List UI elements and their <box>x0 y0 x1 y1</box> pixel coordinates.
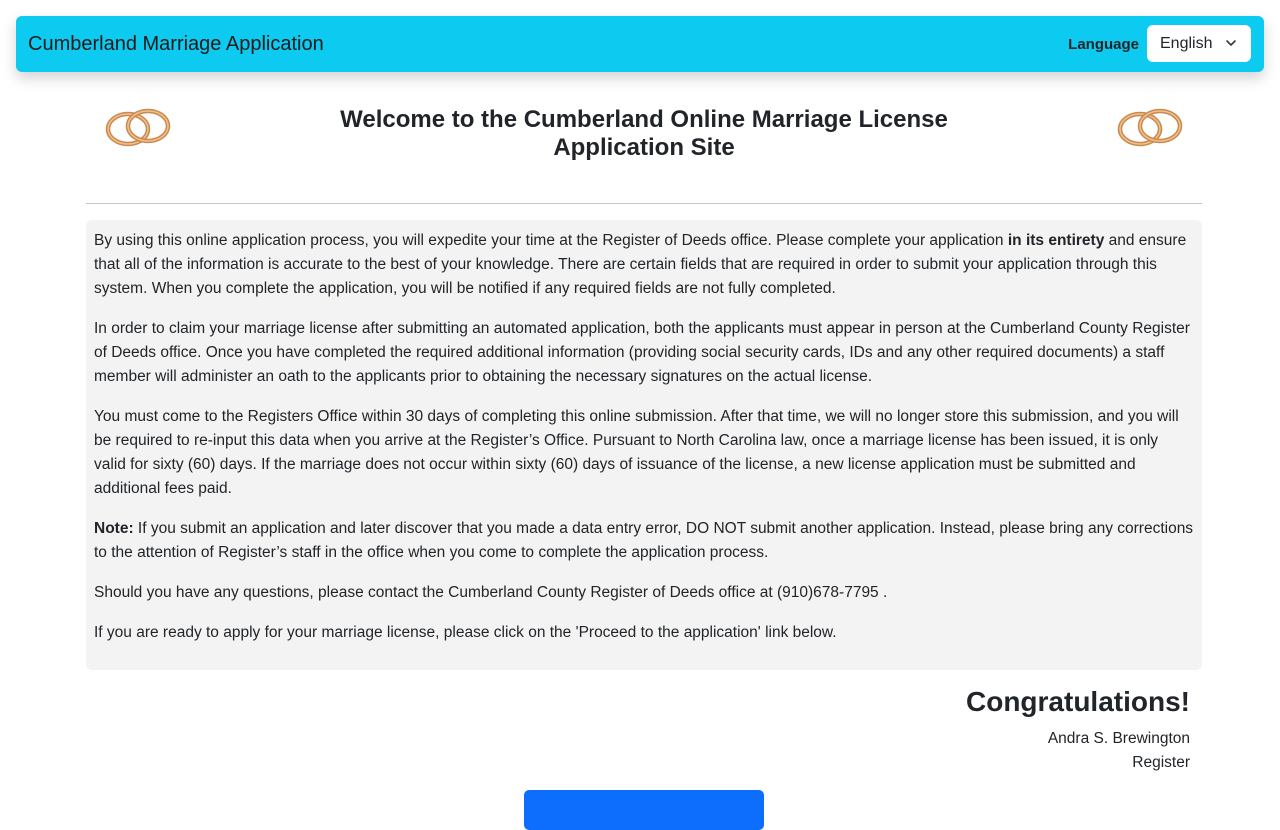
header-divider <box>86 203 1202 204</box>
wedding-rings-icon <box>1117 108 1183 147</box>
page-title: Welcome to the Cumberland Online Marriag… <box>340 106 948 161</box>
wedding-rings-icon <box>105 108 171 147</box>
instructions-paragraph-2: In order to claim your marriage license … <box>94 320 1190 385</box>
chevron-down-icon <box>1226 40 1236 46</box>
instructions-paragraph-1: By using this online application process… <box>94 232 1187 297</box>
signer-name: Andra S. Brewington <box>1047 730 1190 747</box>
instructions-panel: By using this online application process… <box>86 220 1202 670</box>
signer-title: Register <box>1132 754 1190 771</box>
emphasis-entirety: in its entirety <box>1007 232 1105 249</box>
language-label: Language <box>1068 36 1139 53</box>
language-select[interactable]: English <box>1147 25 1251 62</box>
instructions-proceed-hint: If you are ready to apply for your marri… <box>94 624 837 641</box>
top-navbar: Cumberland Marriage Application Language… <box>16 16 1264 72</box>
language-selected-value: English <box>1160 35 1213 52</box>
instructions-contact: Should you have any questions, please co… <box>94 584 888 601</box>
instructions-note: Note: If you submit an application and l… <box>94 520 1194 561</box>
congratulations-heading: Congratulations! <box>966 686 1190 717</box>
proceed-to-application-button[interactable] <box>524 790 764 830</box>
brand-link[interactable]: Cumberland Marriage Application <box>28 32 324 56</box>
note-label: Note: <box>94 520 134 537</box>
instructions-paragraph-3: You must come to the Registers Office wi… <box>94 408 1179 497</box>
